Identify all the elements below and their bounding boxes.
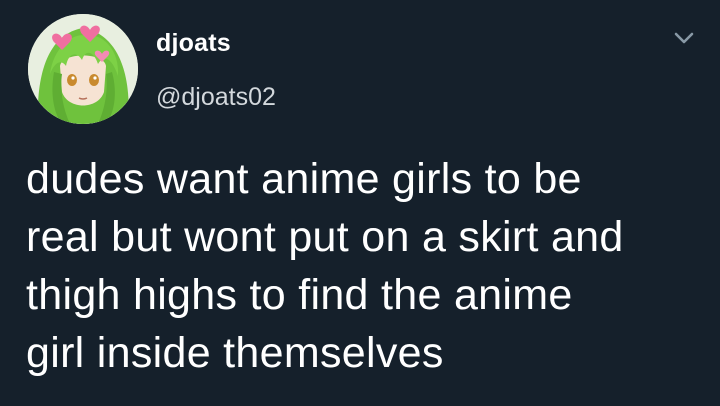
anime-avatar-icon [28,14,138,124]
tweet-menu-button[interactable] [671,28,697,48]
tweet-text: dudes want anime girls to be real but wo… [26,155,624,377]
avatar[interactable] [28,14,138,124]
tweet-card: djoats @djoats02 dudes want anime girls … [0,0,720,406]
author-handle[interactable]: @djoats02 [156,82,276,112]
author-display-name[interactable]: djoats [156,28,231,58]
chevron-down-icon [674,32,694,44]
